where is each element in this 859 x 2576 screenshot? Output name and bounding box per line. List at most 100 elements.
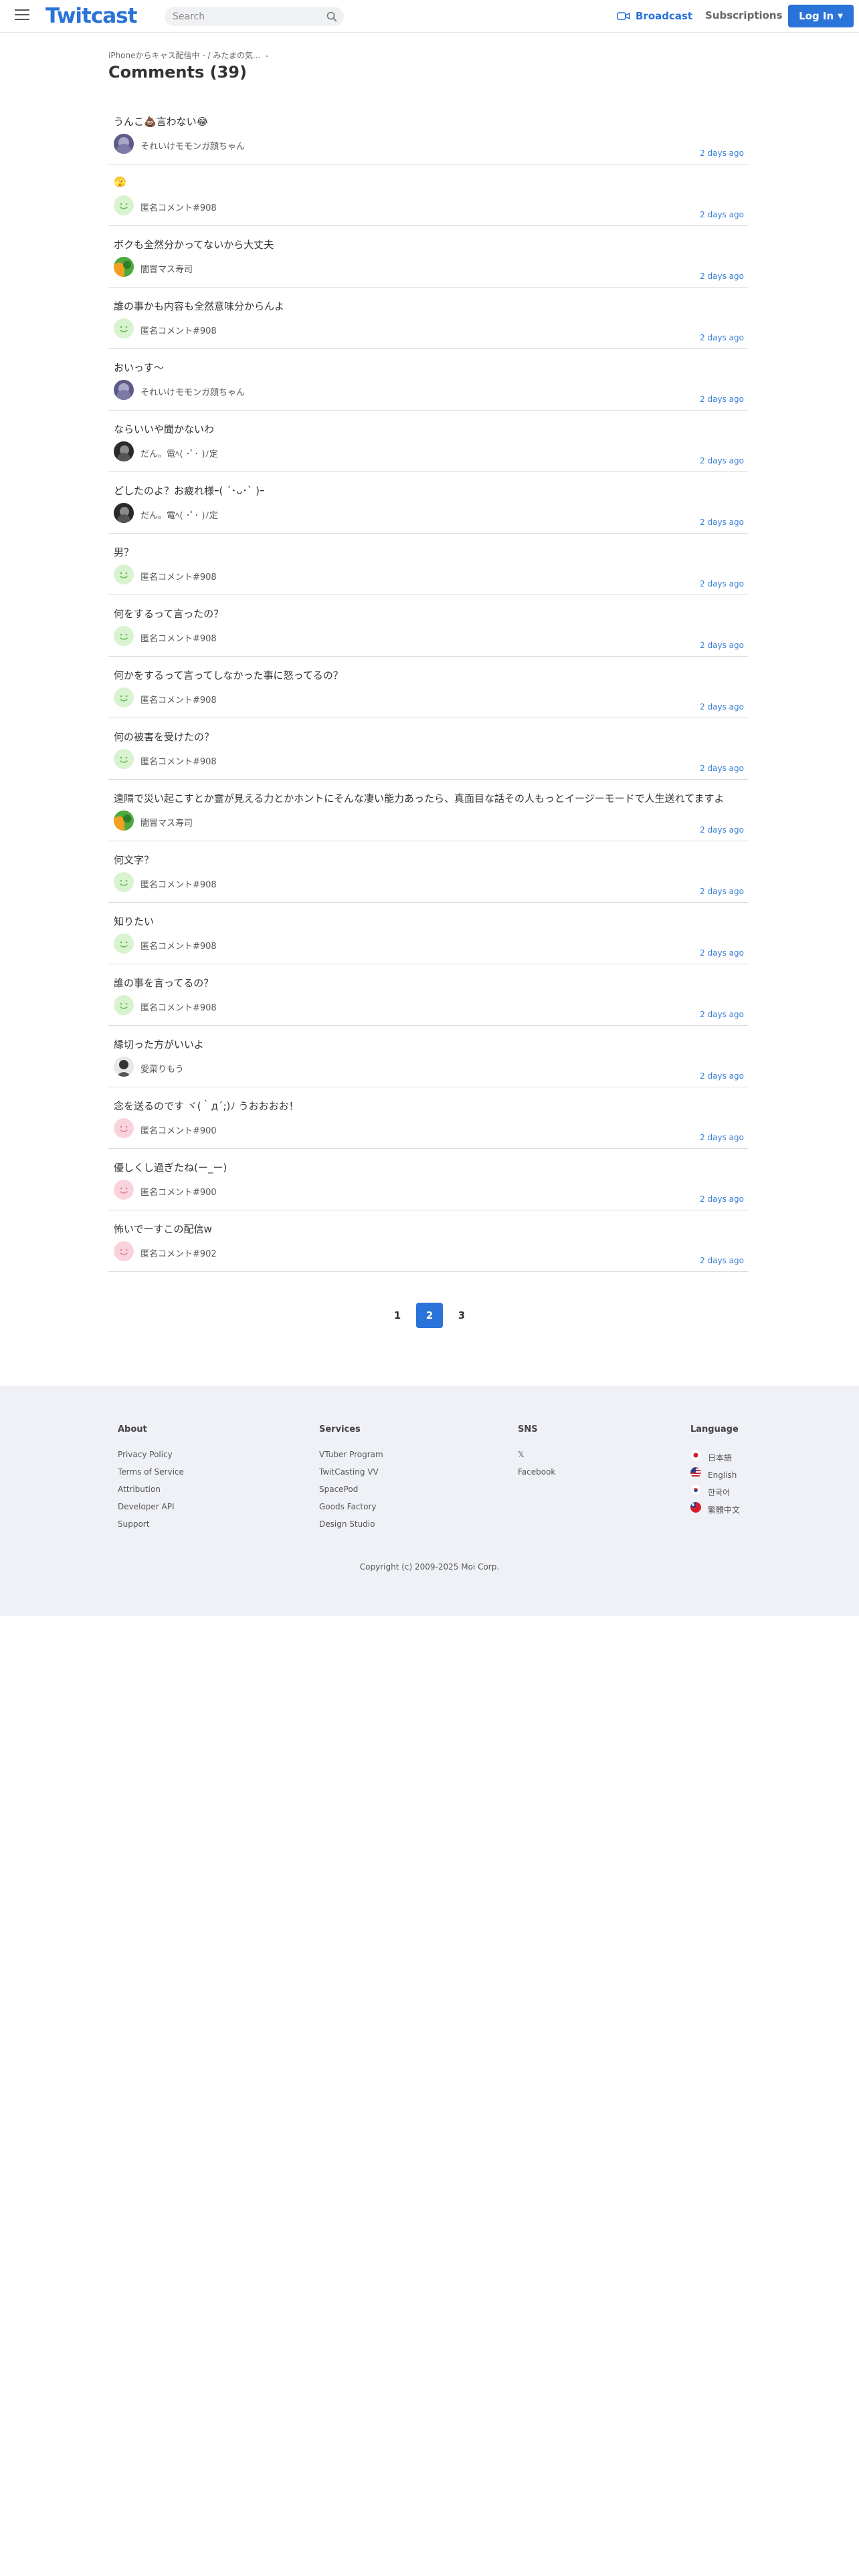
comment-time[interactable]: 2 days ago — [700, 1256, 744, 1265]
language-option[interactable]: 日本語 — [690, 1450, 740, 1467]
avatar[interactable] — [114, 995, 134, 1015]
comment-author[interactable]: 匿名コメント#902 — [140, 1247, 217, 1259]
comment-author[interactable]: 匿名コメント#908 — [140, 570, 217, 582]
avatar[interactable] — [114, 503, 134, 523]
comment-time[interactable]: 2 days ago — [700, 887, 744, 896]
comment-author[interactable]: 匿名コメント#908 — [140, 1000, 217, 1013]
comment-item: 知りたい 匿名コメント#908 2 days ago — [108, 903, 748, 964]
avatar[interactable] — [114, 1180, 134, 1200]
avatar[interactable] — [114, 749, 134, 769]
search-input[interactable] — [173, 10, 320, 23]
broadcast-link[interactable]: Broadcast — [617, 9, 692, 23]
footer-link[interactable]: Facebook — [518, 1467, 555, 1485]
language-option[interactable]: English — [690, 1467, 740, 1485]
footer-link[interactable]: Terms of Service — [118, 1467, 184, 1485]
comment-author[interactable]: 匿名コメント#908 — [140, 693, 217, 706]
avatar[interactable] — [114, 134, 134, 154]
comment-text: 知りたい — [114, 916, 155, 928]
language-label: 繁體中文 — [708, 1505, 741, 1515]
search-icon[interactable] — [326, 11, 337, 22]
comment-item: 誰の事を言ってるの？ 匿名コメント#908 2 days ago — [108, 964, 748, 1026]
menu-icon[interactable] — [15, 9, 29, 23]
comment-time[interactable]: 2 days ago — [700, 1010, 744, 1019]
search-box[interactable] — [165, 7, 344, 26]
footer-language: Language 日本語 English 한국어 繁體中文 — [690, 1424, 740, 1519]
comment-item: 遠隔で災い起こすとか霊が見える力とかホントにそんな凄い能力あったら、真面目な話そ… — [108, 780, 748, 841]
avatar[interactable] — [114, 1057, 134, 1077]
top-header: Twitcast Broadcast Subscriptions Log In … — [0, 0, 859, 33]
comment-time[interactable]: 2 days ago — [700, 395, 744, 404]
comment-author[interactable]: 匿名コメント#908 — [140, 754, 217, 767]
avatar[interactable] — [114, 318, 134, 338]
footer-link[interactable]: Goods Factory — [319, 1502, 383, 1519]
comment-time[interactable]: 2 days ago — [700, 456, 744, 465]
twitcast-logo[interactable]: Twitcast — [45, 4, 137, 28]
footer-link[interactable]: Developer API — [118, 1502, 184, 1519]
comment-time[interactable]: 2 days ago — [700, 702, 744, 712]
comment-time[interactable]: 2 days ago — [700, 333, 744, 342]
comment-author[interactable]: 闇冒マス寿司 — [140, 262, 193, 275]
footer-link[interactable]: TwitCasting VV — [319, 1467, 383, 1485]
comment-author[interactable]: 匿名コメント#908 — [140, 631, 217, 644]
page-button-2[interactable]: 2 — [416, 1303, 443, 1328]
footer-link[interactable]: VTuber Program — [319, 1450, 383, 1467]
comment-time[interactable]: 2 days ago — [700, 1133, 744, 1142]
footer-link[interactable]: SpacePod — [319, 1485, 383, 1502]
avatar[interactable] — [114, 1241, 134, 1261]
comment-author[interactable]: だん。電ﾍ( ･ﾟ･ )ﾉ定 — [140, 447, 218, 459]
page-button-1[interactable]: 1 — [384, 1303, 411, 1328]
comment-author[interactable]: それいけモモンガ顔ちゃん — [140, 139, 245, 152]
footer-link[interactable]: 𝕏 — [518, 1450, 555, 1467]
comment-time[interactable]: 2 days ago — [700, 1071, 744, 1081]
avatar[interactable] — [114, 687, 134, 708]
language-option[interactable]: 한국어 — [690, 1485, 740, 1502]
footer-sns: SNS 𝕏 Facebook — [518, 1424, 555, 1485]
comment-author[interactable]: 匿名コメント#908 — [140, 201, 217, 213]
chevron-down-icon: ⌄ — [264, 51, 270, 59]
comment-author[interactable]: 匿名コメント#900 — [140, 1185, 217, 1198]
flag-icon — [690, 1467, 701, 1478]
comment-time[interactable]: 2 days ago — [700, 210, 744, 219]
comment-time[interactable]: 2 days ago — [700, 641, 744, 650]
footer-link[interactable]: Support — [118, 1519, 184, 1537]
page-button-3[interactable]: 3 — [448, 1303, 475, 1328]
comment-time[interactable]: 2 days ago — [700, 148, 744, 158]
footer-link[interactable]: Design Studio — [319, 1519, 383, 1537]
comment-time[interactable]: 2 days ago — [700, 825, 744, 835]
video-camera-icon — [617, 12, 630, 20]
comment-author[interactable]: それいけモモンガ顔ちゃん — [140, 385, 245, 398]
login-button[interactable]: Log In ▼ — [788, 5, 854, 27]
avatar[interactable] — [114, 441, 134, 461]
subscriptions-link[interactable]: Subscriptions — [705, 9, 783, 21]
comment-time[interactable]: 2 days ago — [700, 1194, 744, 1204]
avatar[interactable] — [114, 811, 134, 831]
avatar[interactable] — [114, 380, 134, 400]
comment-author[interactable]: だん。電ﾍ( ･ﾟ･ )ﾉ定 — [140, 508, 218, 521]
footer-link[interactable]: Attribution — [118, 1485, 184, 1502]
comment-time[interactable]: 2 days ago — [700, 948, 744, 958]
avatar[interactable] — [114, 1118, 134, 1138]
comment-author[interactable]: 匿名コメント#900 — [140, 1123, 217, 1136]
breadcrumb[interactable]: iPhoneからキャス配信中 - / みたまの気... ⌄ — [108, 49, 270, 61]
comment-time[interactable]: 2 days ago — [700, 518, 744, 527]
avatar[interactable] — [114, 257, 134, 277]
login-label: Log In — [799, 10, 834, 22]
avatar[interactable] — [114, 872, 134, 892]
comment-time[interactable]: 2 days ago — [700, 764, 744, 773]
comment-text: 念を送るのです ヾ(｀д´;)ﾉ うおおおお！ — [114, 1100, 299, 1112]
footer-services: Services VTuber Program TwitCasting VV Spa… — [319, 1424, 383, 1537]
comment-author[interactable]: 闇冒マス寿司 — [140, 816, 193, 829]
comment-time[interactable]: 2 days ago — [700, 579, 744, 588]
avatar[interactable] — [114, 195, 134, 215]
comment-author[interactable]: 匿名コメント#908 — [140, 324, 217, 336]
avatar[interactable] — [114, 564, 134, 584]
comment-author[interactable]: 愛菜りもう — [140, 1062, 184, 1075]
footer-link[interactable]: Privacy Policy — [118, 1450, 184, 1467]
comment-author[interactable]: 匿名コメント#908 — [140, 939, 217, 952]
language-option[interactable]: 繁體中文 — [690, 1502, 740, 1519]
comment-author[interactable]: 匿名コメント#908 — [140, 877, 217, 890]
flag-icon — [690, 1485, 701, 1495]
avatar[interactable] — [114, 626, 134, 646]
avatar[interactable] — [114, 934, 134, 954]
comment-time[interactable]: 2 days ago — [700, 272, 744, 281]
